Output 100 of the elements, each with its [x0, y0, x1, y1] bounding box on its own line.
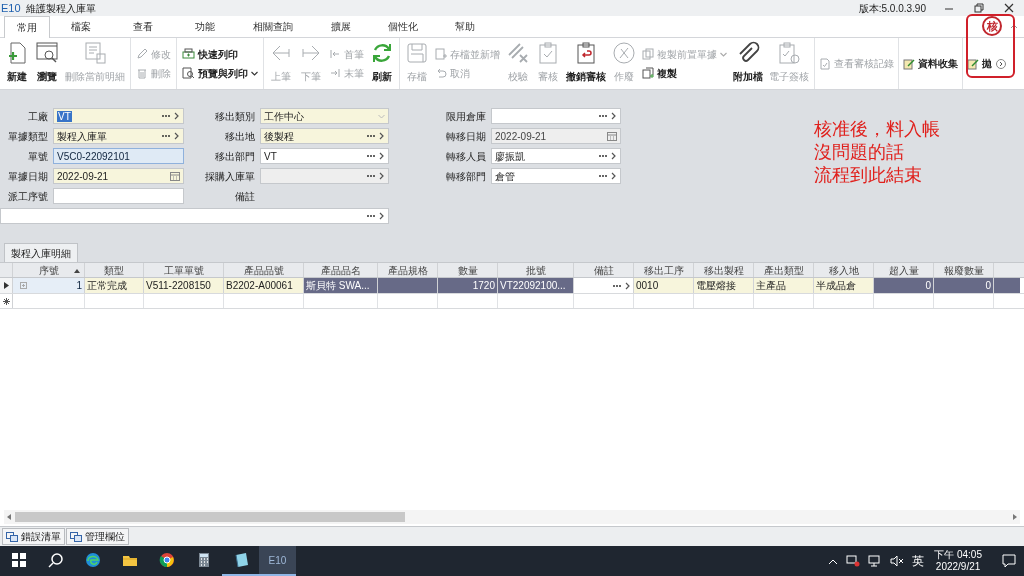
- taskbar-app[interactable]: E10: [259, 546, 296, 576]
- input-method-indicator[interactable]: 英: [912, 552, 925, 570]
- column-header[interactable]: 批號: [498, 263, 574, 277]
- column-header[interactable]: 移出製程: [694, 263, 754, 277]
- ribbon-tab[interactable]: 個性化: [372, 16, 434, 37]
- column-header[interactable]: 移入地: [814, 263, 874, 277]
- toolbar-button[interactable]: 瀏覽: [32, 38, 62, 89]
- toolbar-button[interactable]: 刷新: [367, 38, 397, 89]
- field-label: 限用倉庫: [445, 109, 486, 124]
- column-header[interactable]: 序號: [13, 263, 85, 277]
- browser-icon: [84, 552, 101, 568]
- scroll-left-icon: [7, 514, 11, 520]
- trash-icon: [136, 67, 148, 79]
- table-cell: 1720: [438, 278, 498, 293]
- horizontal-scrollbar[interactable]: [4, 510, 1020, 524]
- delete-list-icon: [83, 41, 107, 65]
- preview-icon: [182, 67, 195, 79]
- first-record-icon: [329, 48, 341, 60]
- field-label: 單號: [27, 149, 48, 164]
- input-field[interactable]: 工作中心: [260, 108, 389, 124]
- toolbar-button[interactable]: 拋: [967, 56, 992, 71]
- input-field[interactable]: 後製程: [260, 128, 389, 144]
- scrollbar-thumb[interactable]: [15, 512, 405, 522]
- clock-date[interactable]: 2022/9/21: [935, 561, 981, 573]
- document-check-icon: [819, 57, 831, 70]
- toolbar-button[interactable]: 附加檔: [730, 38, 766, 89]
- input-field[interactable]: 廖振凱: [491, 148, 621, 164]
- input-field[interactable]: VT: [53, 108, 184, 124]
- clipboard-check-icon: [536, 41, 560, 65]
- input-field[interactable]: V5C0-22092101: [53, 148, 184, 164]
- scissors-icon: [612, 41, 636, 65]
- field-label: 移出部門: [214, 149, 255, 164]
- notepad-icon: [232, 552, 249, 568]
- chevron-right-icon: [379, 211, 385, 221]
- clipboard-e-icon: [777, 41, 801, 65]
- toolbar-button[interactable]: 資料收集: [903, 56, 958, 71]
- ribbon-tab[interactable]: 檔案: [50, 16, 112, 37]
- row-header[interactable]: [0, 278, 13, 293]
- field-label: 工廠: [27, 109, 48, 124]
- toolbar-button[interactable]: 撤銷審核: [563, 38, 609, 89]
- column-header[interactable]: 報廢數量: [934, 263, 994, 277]
- annotation-text: 沒問題的話: [814, 141, 905, 164]
- edit-note-icon: [903, 57, 915, 70]
- input-field[interactable]: 2022-09-21: [491, 128, 621, 144]
- panel-tab[interactable]: 錯誤清單: [2, 528, 65, 545]
- ribbon-tab[interactable]: 功能: [174, 16, 236, 37]
- ribbon-tab[interactable]: 相關查詢: [236, 16, 310, 37]
- pencil-icon: [136, 48, 148, 60]
- collapse-chevron-icon: [1010, 23, 1018, 29]
- expand-icon: [20, 282, 27, 289]
- calendar-icon: [607, 131, 617, 141]
- input-field[interactable]: [491, 108, 621, 124]
- clock-time[interactable]: 下午 04:05: [934, 549, 982, 561]
- input-field[interactable]: [53, 188, 184, 204]
- notification-icon: [1002, 554, 1016, 568]
- column-header[interactable]: 產品品名: [304, 263, 378, 277]
- panel-tab[interactable]: 管理欄位: [66, 528, 129, 545]
- input-field[interactable]: VT: [260, 148, 389, 164]
- panel-windows-icon: [70, 531, 82, 542]
- detail-tab[interactable]: 製程入庫明細: [4, 243, 78, 262]
- input-field[interactable]: [260, 168, 389, 184]
- table-cell: V511-2208150: [144, 278, 224, 293]
- column-header[interactable]: 備註: [574, 263, 634, 277]
- monitor-icon: [868, 555, 883, 567]
- column-header[interactable]: 產出類型: [754, 263, 814, 277]
- table-cell: VT22092100...: [498, 278, 574, 293]
- toolbar-button[interactable]: 新建: [2, 38, 32, 89]
- column-header[interactable]: 工單單號: [144, 263, 224, 277]
- table-cell: 0010: [634, 278, 694, 293]
- column-header[interactable]: 數量: [438, 263, 498, 277]
- field-label: 採購入庫單: [204, 169, 255, 184]
- input-field[interactable]: 倉管: [491, 168, 621, 184]
- toolbar-button[interactable]: 快速列印: [182, 46, 258, 62]
- edit-note-icon: [967, 57, 979, 70]
- column-header[interactable]: 產品規格: [378, 263, 438, 277]
- ribbon-tab[interactable]: 常用: [4, 16, 50, 38]
- search-icon: [47, 552, 64, 568]
- start-windows-icon: [10, 552, 27, 568]
- save-plus-icon: [435, 48, 447, 60]
- table-cell: 0: [874, 278, 934, 293]
- ribbon-tab[interactable]: 查看: [112, 16, 174, 37]
- column-header[interactable]: 類型: [85, 263, 144, 277]
- close-icon: [1004, 3, 1014, 13]
- field-label: 移出類別: [214, 109, 255, 124]
- input-field[interactable]: 製程入庫單: [53, 128, 184, 144]
- column-header[interactable]: 產品品號: [224, 263, 304, 277]
- window-title: 維護製程入庫單: [26, 1, 96, 16]
- sort-ascending-icon: [74, 267, 80, 273]
- column-header[interactable]: 超入量: [874, 263, 934, 277]
- field-label: 派工序號: [7, 189, 48, 204]
- column-header[interactable]: 移出工序: [634, 263, 694, 277]
- toolbar-button[interactable]: 複製: [642, 65, 727, 81]
- approved-stamp: 核: [982, 16, 1002, 36]
- table-cell: 0: [934, 278, 994, 293]
- toolbar-button[interactable]: 預覽與列印: [182, 65, 258, 81]
- ribbon-tab[interactable]: 幫助: [434, 16, 496, 37]
- input-field[interactable]: 2022-09-21: [53, 168, 184, 184]
- input-field[interactable]: [0, 208, 389, 224]
- ribbon-tab[interactable]: 擴展: [310, 16, 372, 37]
- table-cell: [994, 278, 1020, 293]
